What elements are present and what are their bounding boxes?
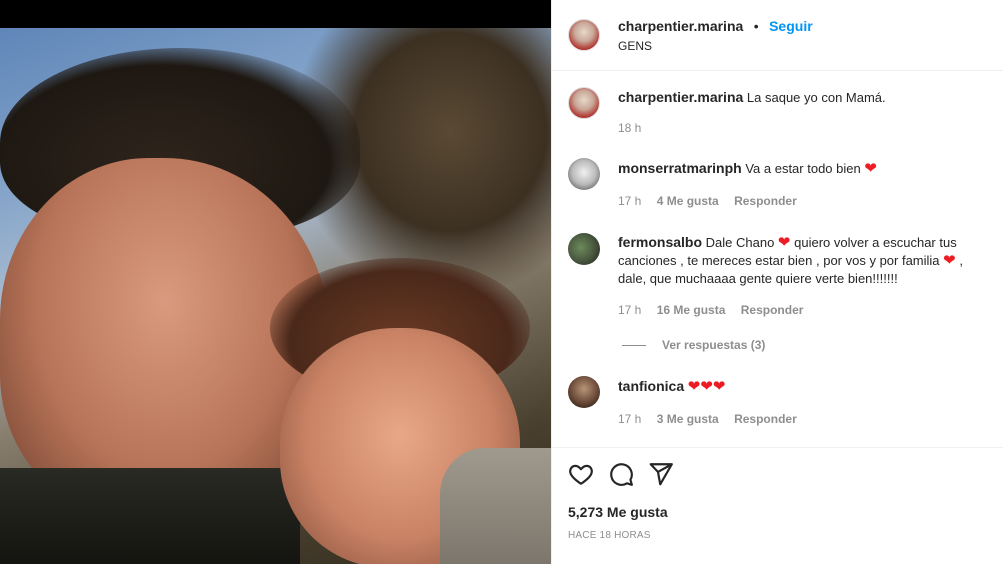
avatar[interactable] (568, 158, 600, 190)
heart-icon[interactable] (568, 461, 594, 487)
location-link[interactable]: GENS (618, 39, 652, 53)
avatar[interactable] (568, 19, 600, 51)
post-timestamp[interactable]: HACE 18 HORAS (568, 530, 651, 541)
reply-button[interactable]: Responder (734, 194, 797, 208)
avatar[interactable] (568, 376, 600, 408)
timestamp[interactable]: 17 h (618, 303, 641, 317)
username-link[interactable]: fermonsalbo (618, 234, 702, 250)
comment-icon[interactable] (608, 461, 634, 487)
post-actions: 5,273 Me gusta HACE 18 HORAS (552, 447, 1003, 565)
post-side-panel: charpentier.marina • Seguir GENS charpen… (551, 0, 1003, 564)
likes-count[interactable]: 3 Me gusta (657, 412, 719, 426)
view-replies-button[interactable]: Ver respuestas (3) (622, 338, 765, 352)
timestamp[interactable]: 18 h (618, 121, 641, 135)
heart-emoji: ❤ (777, 234, 791, 251)
username-link[interactable]: charpentier.marina (618, 18, 743, 34)
share-icon[interactable] (648, 461, 674, 487)
header-user-line: charpentier.marina • Seguir (618, 18, 813, 36)
heart-emoji: ❤ (864, 160, 877, 177)
divider (622, 345, 646, 347)
username-link[interactable]: tanfionica (618, 378, 684, 394)
likes-count[interactable]: 4 Me gusta (657, 194, 719, 208)
reply-button[interactable]: Responder (741, 303, 804, 317)
post-header: charpentier.marina • Seguir GENS (552, 0, 1003, 71)
comment-text: Dale Chano (705, 235, 775, 250)
comment-text: Va a estar todo bien (745, 161, 861, 176)
caption-text: La saque yo con Mamá. (746, 90, 886, 105)
post-photo[interactable] (0, 0, 551, 564)
likes-count[interactable]: 5,273 Me gusta (568, 504, 668, 520)
separator-dot: • (753, 18, 759, 34)
username-link[interactable]: charpentier.marina (618, 89, 743, 105)
heart-emoji: ❤ (943, 252, 956, 269)
reply-button[interactable]: Responder (734, 412, 797, 426)
heart-emoji: ❤❤❤ (687, 378, 726, 395)
comments-list[interactable]: charpentier.marina La saque yo con Mamá.… (552, 71, 1003, 446)
selfie-image (0, 28, 551, 564)
view-replies-label: Ver respuestas (3) (662, 338, 766, 352)
avatar[interactable] (568, 87, 600, 119)
timestamp[interactable]: 17 h (618, 412, 641, 426)
follow-button[interactable]: Seguir (769, 18, 813, 34)
username-link[interactable]: monserratmarinph (618, 160, 742, 176)
likes-count[interactable]: 16 Me gusta (657, 303, 726, 317)
avatar[interactable] (568, 233, 600, 265)
timestamp[interactable]: 17 h (618, 194, 641, 208)
